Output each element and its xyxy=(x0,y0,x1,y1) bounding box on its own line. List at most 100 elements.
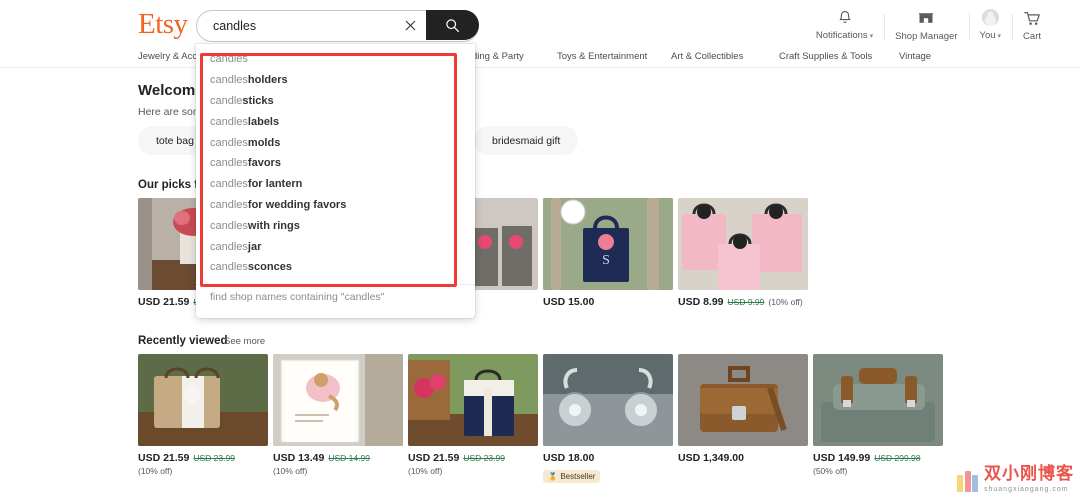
product-price: USD 18.00 xyxy=(543,452,594,465)
close-icon[interactable] xyxy=(399,10,421,40)
search-suggestion-item[interactable]: candles with rings xyxy=(196,215,475,236)
suggestion-completion: molds xyxy=(248,137,280,149)
product-price-row: USD 21.59 USD 23.99 (10% off) xyxy=(138,452,268,478)
product-price-row: USD 149.99USD 299.98(50% off) xyxy=(813,452,943,478)
search-suggestion-item[interactable]: candles holders xyxy=(196,70,475,91)
search-suggestion-item[interactable]: candles xyxy=(196,49,475,70)
category-nav-item[interactable]: Toys & Entertainment xyxy=(557,50,647,63)
category-nav-item[interactable]: Jewelry & Acce xyxy=(138,50,202,63)
watermark: 双小刚博客 shuangxiaogang.com xyxy=(957,465,1074,494)
watermark-logo-icon xyxy=(957,468,978,492)
suggestion-prefix: candles xyxy=(210,116,248,128)
suggestion-prefix: candles xyxy=(210,241,248,253)
product-card[interactable]: USD 21.59 USD 23.99 (10% off) xyxy=(138,354,268,478)
badge-label: Bestseller xyxy=(560,472,595,481)
product-price: USD 21.59 xyxy=(138,452,189,465)
product-price: USD 1,349.00 xyxy=(678,452,744,465)
search-suggestions-dropdown: candlescandles holderscandlestickscandle… xyxy=(196,44,475,318)
you-label: You▾ xyxy=(980,30,1002,42)
cart-button[interactable]: Cart xyxy=(1012,10,1052,42)
suggestion-completion: jar xyxy=(248,241,261,253)
search-bar xyxy=(196,10,479,42)
suggestion-prefix: candle xyxy=(210,95,242,107)
category-nav-item[interactable]: Art & Collectibles xyxy=(671,50,743,63)
site-header: Etsy xyxy=(0,0,1080,46)
search-suggestion-item[interactable]: candles favors xyxy=(196,153,475,174)
suggestion-prefix: candles xyxy=(210,199,248,211)
search-suggestion-item[interactable]: candles labels xyxy=(196,111,475,132)
bell-icon xyxy=(838,9,852,26)
watermark-cn: 双小刚博客 xyxy=(984,465,1074,484)
recently-viewed-heading: Recently viewed xyxy=(138,334,227,349)
search-submit-button[interactable] xyxy=(426,10,479,40)
suggestion-prefix: candles xyxy=(210,137,248,149)
product-card[interactable]: S USD 15.00 xyxy=(543,198,673,309)
notifications-button[interactable]: Notifications▾ xyxy=(805,9,884,42)
product-price: USD 21.59 xyxy=(408,452,459,465)
product-price-row: USD 18.00 xyxy=(543,452,673,465)
product-card[interactable]: USD 21.59 USD 23.99 (10% off) xyxy=(408,354,538,478)
product-price-row: USD 1,349.00 xyxy=(678,452,808,465)
suggestion-prefix: candles xyxy=(210,178,248,190)
product-thumbnail[interactable] xyxy=(813,354,943,446)
product-original-price: USD 23.99 xyxy=(463,452,505,465)
product-card[interactable]: USD 8.99USD 9.99(10% off) xyxy=(678,198,808,309)
category-nav-item[interactable]: Craft Supplies & Tools xyxy=(779,50,872,63)
suggestion-completion: for wedding favors xyxy=(248,199,346,211)
etsy-homepage: Etsy xyxy=(0,0,1080,504)
suggestion-completion: favors xyxy=(248,157,281,169)
suggestion-completion: sticks xyxy=(242,95,273,107)
suggestion-completion: sconces xyxy=(248,261,292,273)
product-price-row: USD 13.49USD 14.99(10% off) xyxy=(273,452,403,478)
product-card[interactable]: USD 18.00 🏅Bestseller xyxy=(543,354,673,484)
product-price: USD 15.00 xyxy=(543,296,594,309)
chevron-down-icon: ▾ xyxy=(998,33,1002,40)
suggestion-prefix: candles xyxy=(210,74,248,86)
product-thumbnail[interactable] xyxy=(138,354,268,446)
search-suggestion-item[interactable]: candlesticks xyxy=(196,91,475,112)
search-icon xyxy=(445,18,460,33)
welcome-subtext: Here are son xyxy=(138,105,199,119)
search-input[interactable] xyxy=(197,11,392,41)
search-suggestion-item[interactable]: candles for wedding favors xyxy=(196,195,475,216)
product-thumbnail[interactable]: S xyxy=(543,198,673,290)
category-nav-item[interactable]: ding & Party xyxy=(472,50,524,63)
product-original-price: USD 299.98 xyxy=(874,452,920,465)
notifications-label: Notifications▾ xyxy=(816,30,873,42)
product-thumbnail[interactable] xyxy=(408,354,538,446)
product-original-price: USD 14.99 xyxy=(328,452,370,465)
suggestion-completion: with rings xyxy=(248,220,300,232)
search-suggestion-item[interactable]: candles sconces xyxy=(196,257,475,278)
find-shop-names-option[interactable]: find shop names containing "candles" xyxy=(196,285,475,309)
product-original-price: USD 23.99 xyxy=(193,452,235,465)
search-suggestion-item[interactable]: candles molds xyxy=(196,132,475,153)
suggestion-prefix: candles xyxy=(210,157,248,169)
see-more-link[interactable]: See more xyxy=(224,334,265,349)
storefront-icon xyxy=(918,10,934,27)
product-price: USD 149.99 xyxy=(813,452,870,465)
product-discount-label: (10% off) xyxy=(408,465,442,478)
search-suggestion-item[interactable]: candles for lantern xyxy=(196,174,475,195)
chevron-down-icon: ▾ xyxy=(870,33,874,40)
product-card[interactable]: USD 1,349.00 xyxy=(678,354,808,465)
product-card[interactable]: USD 13.49USD 14.99(10% off) xyxy=(273,354,403,478)
product-price: USD 21.59 xyxy=(138,296,189,309)
you-text: You xyxy=(980,30,996,41)
product-thumbnail[interactable] xyxy=(678,198,808,290)
you-menu-button[interactable]: You▾ xyxy=(969,9,1013,42)
product-price-row: USD 8.99USD 9.99(10% off) xyxy=(678,296,808,309)
product-thumbnail[interactable] xyxy=(678,354,808,446)
product-thumbnail[interactable] xyxy=(273,354,403,446)
suggestion-chip[interactable]: bridesmaid gift xyxy=(474,126,578,155)
product-thumbnail[interactable] xyxy=(543,354,673,446)
cart-icon xyxy=(1024,10,1041,27)
category-nav-item[interactable]: Vintage xyxy=(899,50,931,63)
product-price-row: USD 21.59 USD 23.99 (10% off) xyxy=(408,452,538,478)
suggestion-completion: holders xyxy=(248,74,288,86)
etsy-logo[interactable]: Etsy xyxy=(138,9,188,39)
shop-manager-button[interactable]: Shop Manager xyxy=(884,10,968,42)
product-card[interactable]: USD 149.99USD 299.98(50% off) xyxy=(813,354,943,478)
product-discount-label: (10% off) xyxy=(138,465,172,478)
search-suggestion-item[interactable]: candles jar xyxy=(196,236,475,257)
award-icon: 🏅 xyxy=(548,472,557,481)
